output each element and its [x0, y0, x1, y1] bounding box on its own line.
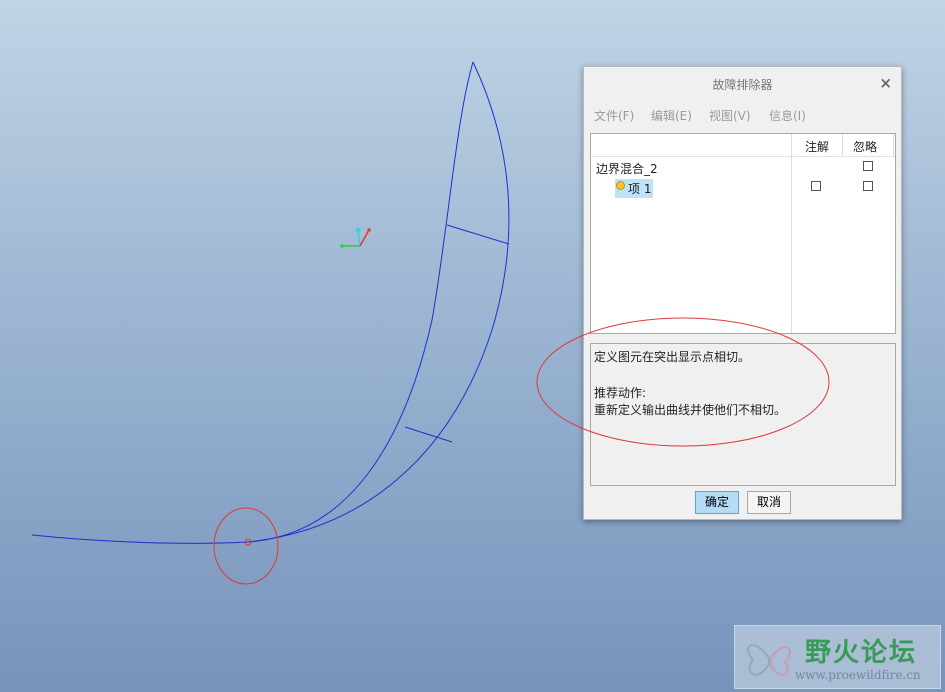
tail-curve: [31, 534, 249, 544]
menu-info[interactable]: 信息(I): [769, 107, 806, 124]
butterfly-logo-icon: [747, 644, 791, 676]
message-panel: 定义图元在突出显示点相切。 推荐动作: 重新定义输出曲线并使他们不相切。: [590, 343, 896, 486]
boundary-blend-curves[interactable]: [31, 61, 510, 544]
outer-curve: [247, 61, 510, 543]
tree-root-item[interactable]: 边界混合_2: [596, 160, 658, 177]
ignore-checkbox-item[interactable]: [863, 181, 873, 191]
menu-view[interactable]: 视图(V): [709, 107, 751, 124]
dialog-titlebar[interactable]: 故障排除器 ×: [584, 67, 901, 99]
note-checkbox-item[interactable]: [811, 181, 821, 191]
menu-edit[interactable]: 编辑(E): [651, 107, 692, 124]
column-divider: [842, 134, 843, 156]
cross-section-lower: [404, 426, 453, 443]
cancel-button[interactable]: 取消: [747, 491, 791, 514]
column-divider: [893, 134, 894, 156]
message-line-2: 推荐动作:: [594, 386, 647, 400]
cross-section-upper: [446, 224, 510, 245]
column-divider: [791, 134, 792, 333]
troubleshoot-tree[interactable]: 注解 忽略 边界混合_2 项 1: [590, 133, 896, 334]
ok-button[interactable]: 确定: [695, 491, 739, 514]
menu-file[interactable]: 文件(F): [594, 107, 634, 124]
csys-triad-icon: [340, 227, 371, 248]
inner-curve: [247, 61, 474, 543]
watermark: 野火论坛 www.proewildfire.cn: [734, 625, 941, 689]
watermark-title: 野火论坛: [805, 638, 918, 668]
message-line-3: 重新定义输出曲线并使他们不相切。: [594, 403, 787, 417]
tree-header: [591, 134, 895, 157]
troubleshooter-dialog: 故障排除器 × 文件(F) 编辑(E) 视图(V) 信息(I) 注解 忽略 边界…: [583, 66, 902, 520]
ignore-checkbox-root[interactable]: [863, 161, 873, 171]
tree-child-item[interactable]: 项 1: [628, 180, 651, 197]
menu-bar: 文件(F) 编辑(E) 视图(V) 信息(I): [584, 105, 901, 127]
dialog-title: 故障排除器: [712, 78, 773, 92]
message-line-1: 定义图元在突出显示点相切。: [594, 350, 751, 364]
watermark-url: www.proewildfire.cn: [795, 668, 921, 682]
warning-bulb-icon: [616, 181, 625, 190]
close-icon[interactable]: ×: [879, 74, 892, 92]
column-header-ignore[interactable]: 忽略: [853, 138, 877, 155]
column-header-note[interactable]: 注解: [805, 138, 829, 155]
highlight-ellipse-viewport: [213, 507, 279, 585]
